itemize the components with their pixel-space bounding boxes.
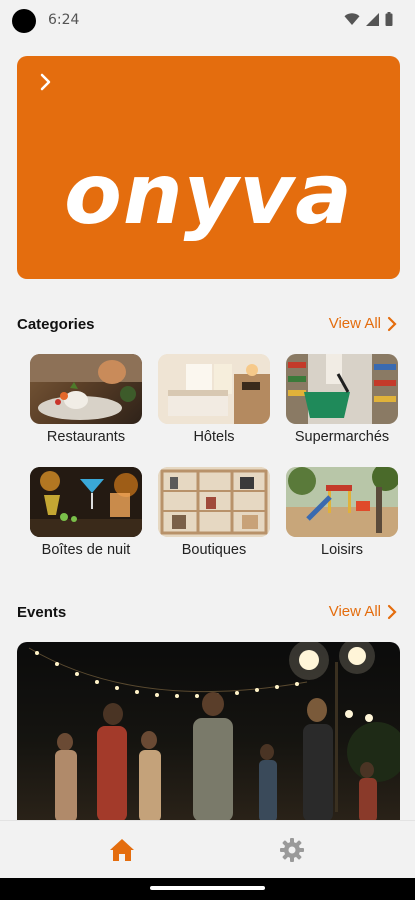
category-boutiques[interactable]: Boutiques (158, 467, 270, 558)
category-label: Restaurants (46, 429, 126, 445)
event-image (28, 642, 400, 822)
category-label: Boîtes de nuit (41, 542, 131, 558)
camera-cutout (12, 9, 36, 33)
category-label: Hôtels (193, 429, 235, 445)
chevron-right-icon (387, 604, 397, 619)
categories-title: Categories (17, 316, 95, 333)
status-icons (344, 12, 393, 26)
gesture-bar-area (0, 878, 415, 900)
events-title: Events (17, 604, 67, 621)
signal-icon (366, 12, 379, 26)
category-label: Supermarchés (294, 429, 390, 445)
home-icon[interactable] (108, 837, 136, 863)
category-leisure[interactable]: Loisirs (286, 467, 398, 558)
chevron-right-icon[interactable] (39, 72, 53, 92)
status-bar: 6:24 (0, 0, 415, 40)
nightclubs-image (30, 467, 142, 537)
wifi-icon (344, 13, 360, 25)
leisure-image (286, 467, 398, 537)
chevron-right-icon (387, 316, 397, 331)
category-label: Loisirs (321, 542, 363, 558)
hotels-image (158, 354, 270, 424)
hero-banner[interactable]: onyva (17, 56, 400, 279)
category-supermarkets[interactable]: Supermarchés (286, 354, 398, 445)
brand-logo: onyva (64, 145, 353, 243)
settings-icon[interactable] (279, 837, 305, 863)
status-time: 6:24 (48, 12, 80, 28)
gesture-handle[interactable] (150, 886, 265, 890)
event-card[interactable] (17, 642, 400, 822)
category-restaurants[interactable]: Restaurants (30, 354, 142, 445)
restaurants-image (30, 354, 142, 424)
boutiques-image (158, 467, 270, 537)
category-nightclubs[interactable]: Boîtes de nuit (30, 467, 142, 558)
category-label: Boutiques (181, 542, 247, 558)
battery-icon (385, 12, 393, 26)
view-all-label: View All (328, 315, 381, 332)
view-all-label: View All (328, 603, 381, 620)
category-hotels[interactable]: Hôtels (158, 354, 270, 445)
supermarkets-image (286, 354, 398, 424)
categories-view-all-link[interactable]: View All (329, 315, 397, 332)
bottom-navigation (0, 820, 415, 878)
events-view-all-link[interactable]: View All (329, 603, 397, 620)
